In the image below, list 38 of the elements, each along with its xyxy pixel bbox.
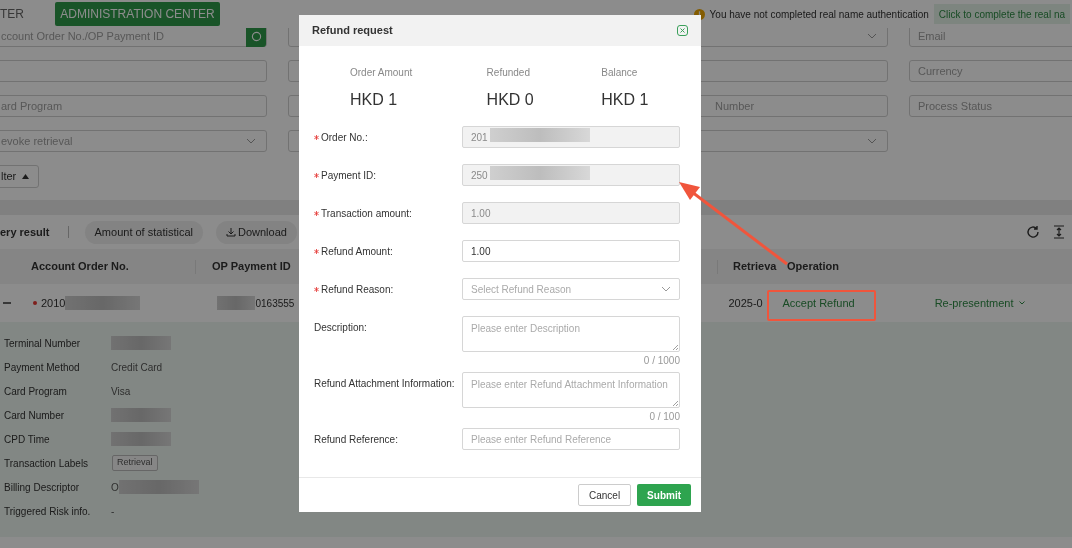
detail-value: Credit Card [111, 360, 163, 375]
character-counter: 0 / 1000 [643, 354, 680, 368]
field-label: Payment ID: [321, 168, 377, 183]
column-header: Operation [787, 259, 839, 275]
transaction-tag: Retrieval [112, 455, 158, 471]
detail-label: Triggered Risk info. [4, 504, 92, 519]
field-label: Description: [314, 320, 367, 335]
detail-label: Terminal Number [4, 336, 82, 351]
summary-label: Order Amount [350, 66, 414, 80]
column-header: Account Order No. [31, 259, 130, 275]
order-number: 2010 [41, 295, 66, 311]
field-label: Refund Attachment Information: [314, 376, 455, 391]
retrieval-date: 2025-0 [728, 295, 764, 311]
character-counter: 0 / 100 [649, 410, 680, 424]
detail-value: Visa [111, 384, 131, 399]
column-header: OP Payment ID [212, 259, 292, 275]
section-title: ery result [0, 224, 50, 240]
summary-amount: HKD 0 [486, 90, 535, 110]
field-label: Order No.: [321, 130, 368, 145]
field-label: Transaction amount: [321, 206, 412, 221]
summary-label: Balance [601, 66, 639, 80]
detail-label: Card Number [4, 408, 66, 423]
field-label: Refund Reason: [321, 282, 394, 297]
field-label: Refund Reference: [314, 432, 398, 447]
field-label: Refund Amount: [321, 244, 393, 259]
detail-label: CPD Time [4, 432, 51, 447]
dialog-title: Refund request [312, 23, 393, 39]
summary-label: Refunded [486, 66, 531, 80]
column-header: Retrieva [733, 259, 778, 275]
summary-amount: HKD 1 [350, 90, 399, 110]
detail-label: Card Program [4, 384, 68, 399]
detail-label: Billing Descriptor [4, 480, 81, 495]
detail-value: O [111, 480, 119, 495]
payment-id: 0163555 [255, 296, 296, 311]
notice-text: You have not completed real name authentication [709, 7, 929, 22]
detail-label: Transaction Labels [4, 456, 90, 471]
detail-label: Payment Method [4, 360, 81, 375]
detail-value: - [111, 504, 115, 519]
